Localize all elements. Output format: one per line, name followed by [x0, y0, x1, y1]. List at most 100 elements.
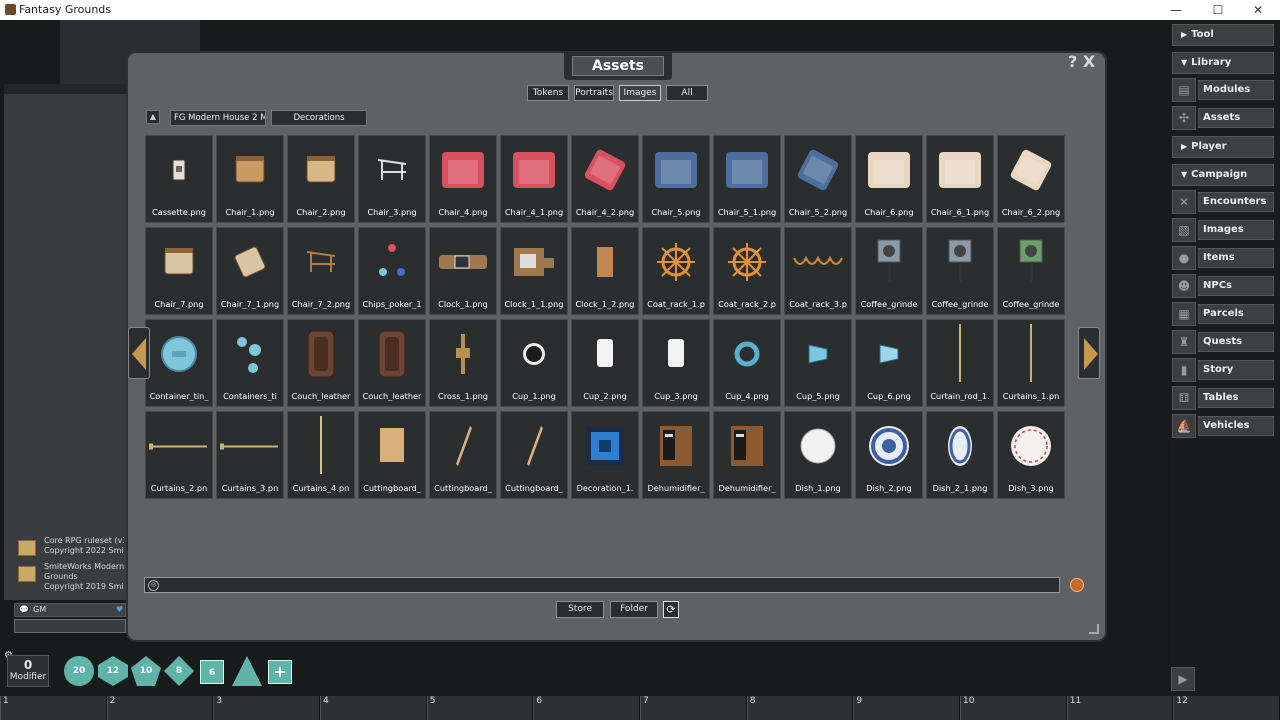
asset-tile[interactable]: Chair_4_1.png — [500, 135, 568, 223]
chat-identity-select[interactable]: 💬 GM ♥ — [14, 603, 126, 617]
asset-tile[interactable]: Chair_7.png — [145, 227, 213, 315]
asset-tile[interactable]: Curtains_2.pn — [145, 411, 213, 499]
sidebar-item-images[interactable]: ▧ Images — [1172, 218, 1274, 242]
asset-tile[interactable]: Coffee_grinde — [855, 227, 923, 315]
asset-tile[interactable]: Cup_5.png — [784, 319, 852, 407]
asset-tile[interactable]: Couch_leather — [287, 319, 355, 407]
asset-tile[interactable]: Curtains_4.pn — [287, 411, 355, 499]
sidebar-category-player[interactable]: ▶ Player — [1172, 136, 1274, 158]
asset-tile[interactable]: Curtains_3.pn — [216, 411, 284, 499]
hotkey-slot[interactable]: 5 — [426, 696, 534, 720]
filter-all[interactable]: All — [666, 85, 708, 101]
close-window-button[interactable]: ✕ — [1240, 1, 1276, 19]
resize-handle-icon[interactable] — [1089, 624, 1099, 634]
asset-tile[interactable]: Decoration_1. — [571, 411, 639, 499]
asset-tile[interactable]: Cup_1.png — [500, 319, 568, 407]
asset-tile[interactable]: Chair_4_2.png — [571, 135, 639, 223]
view-toggle-icon[interactable] — [1070, 578, 1084, 592]
hotkey-slot[interactable]: 1 — [0, 696, 107, 720]
asset-tile[interactable]: Container_tin_ — [145, 319, 213, 407]
close-assets-button[interactable]: X — [1083, 52, 1095, 71]
sidebar-item-encounters[interactable]: ✕ Encounters — [1172, 190, 1274, 214]
asset-tile[interactable]: Coffee_grinde — [926, 227, 994, 315]
hotkey-slot[interactable]: 3 — [213, 696, 321, 720]
folder-up-button[interactable]: ▲ — [146, 110, 160, 124]
asset-tile[interactable]: Cuttingboard_ — [429, 411, 497, 499]
sidebar-item-quests[interactable]: ♜ Quests — [1172, 330, 1274, 354]
filter-images[interactable]: Images — [619, 85, 661, 101]
asset-tile[interactable]: Chips_poker_1 — [358, 227, 426, 315]
asset-tile[interactable]: Coat_rack_2.p — [713, 227, 781, 315]
asset-tile[interactable]: Chair_6_2.png — [997, 135, 1065, 223]
asset-tile[interactable]: Clock_1_1.png — [500, 227, 568, 315]
asset-tile[interactable]: Chair_5_2.png — [784, 135, 852, 223]
filter-tokens[interactable]: Tokens — [527, 85, 569, 101]
asset-tile[interactable]: Chair_7_1.png — [216, 227, 284, 315]
hotkey-slot[interactable]: 7 — [640, 696, 747, 720]
modifier-box[interactable]: 0 Modifier — [7, 655, 49, 687]
module-entry-core[interactable]: Core RPG ruleset (v20 Copyright 2022 Smi… — [18, 536, 124, 556]
module-entry-smiteworks[interactable]: SmiteWorks Modern I Grounds Copyright 20… — [18, 562, 124, 592]
d6-die-icon[interactable]: 6 — [200, 660, 224, 684]
asset-tile[interactable]: Cup_3.png — [642, 319, 710, 407]
help-button[interactable]: ? X — [1068, 52, 1095, 71]
sidebar-category-campaign[interactable]: ▼ Campaign — [1172, 164, 1274, 186]
play-icon[interactable]: ▶ — [1171, 667, 1195, 691]
asset-tile[interactable]: Cassette.png — [145, 135, 213, 223]
hotkey-slot[interactable]: 12 — [1173, 696, 1280, 720]
sidebar-item-story[interactable]: ▮ Story — [1172, 358, 1274, 382]
d20-die-icon[interactable]: 20 — [64, 656, 94, 686]
refresh-icon[interactable]: ⟳ — [663, 601, 679, 618]
asset-tile[interactable]: Clock_1.png — [429, 227, 497, 315]
hotkey-slot[interactable]: 11 — [1066, 696, 1174, 720]
asset-tile[interactable]: Chair_3.png — [358, 135, 426, 223]
asset-tile[interactable]: Cross_1.png — [429, 319, 497, 407]
asset-tile[interactable]: Curtains_1.pn — [997, 319, 1065, 407]
prev-page-button[interactable] — [128, 327, 150, 379]
sidebar-item-items[interactable]: ● Items — [1172, 246, 1274, 270]
asset-tile[interactable]: Dehumidifier_ — [642, 411, 710, 499]
hotkey-slot[interactable]: 9 — [853, 696, 961, 720]
sidebar-item-npcs[interactable]: ☻ NPCs — [1172, 274, 1274, 298]
asset-tile[interactable]: Cuttingboard_ — [358, 411, 426, 499]
sidebar-item-assets[interactable]: ✣ Assets — [1172, 106, 1274, 130]
asset-tile[interactable]: Chair_4.png — [429, 135, 497, 223]
add-die-button[interactable]: + — [268, 660, 292, 684]
breadcrumb-folder[interactable]: Decorations — [271, 110, 367, 126]
asset-tile[interactable]: Chair_6_1.png — [926, 135, 994, 223]
sidebar-item-modules[interactable]: ▤ Modules — [1172, 78, 1274, 102]
asset-tile[interactable]: Cup_4.png — [713, 319, 781, 407]
asset-tile[interactable]: Dish_2_1.png — [926, 411, 994, 499]
breadcrumb-module[interactable]: FG Modern House 2 Ma — [170, 110, 266, 126]
hotkey-slot[interactable]: 2 — [106, 696, 214, 720]
sidebar-item-parcels[interactable]: ▦ Parcels — [1172, 302, 1274, 326]
search-input[interactable]: ⊖ — [144, 577, 1060, 593]
hotkey-slot[interactable]: 4 — [320, 696, 427, 720]
asset-tile[interactable]: Containers_ti — [216, 319, 284, 407]
asset-tile[interactable]: Chair_6.png — [855, 135, 923, 223]
asset-tile[interactable]: Couch_leather — [358, 319, 426, 407]
asset-tile[interactable]: Cup_2.png — [571, 319, 639, 407]
asset-tile[interactable]: Coffee_grinde — [997, 227, 1065, 315]
folder-button[interactable]: Folder — [610, 601, 658, 618]
hotkey-slot[interactable]: 8 — [746, 696, 854, 720]
chat-input[interactable] — [14, 619, 126, 633]
filter-portraits[interactable]: Portraits — [574, 85, 614, 101]
asset-tile[interactable]: Chair_7_2.png — [287, 227, 355, 315]
asset-tile[interactable]: Dehumidifier_ — [713, 411, 781, 499]
next-page-button[interactable] — [1078, 327, 1100, 379]
minimize-button[interactable]: — — [1158, 1, 1194, 19]
asset-tile[interactable]: Coat_rack_1.p — [642, 227, 710, 315]
sidebar-item-vehicles[interactable]: ⛵ Vehicles — [1172, 414, 1274, 438]
maximize-button[interactable]: ☐ — [1200, 1, 1236, 19]
asset-tile[interactable]: Clock_1_2.png — [571, 227, 639, 315]
asset-tile[interactable]: Cuttingboard_ — [500, 411, 568, 499]
asset-tile[interactable]: Dish_3.png — [997, 411, 1065, 499]
hotkey-slot[interactable]: 10 — [960, 696, 1067, 720]
sidebar-item-tables[interactable]: ⚅ Tables — [1172, 386, 1274, 410]
sidebar-category-library[interactable]: ▼ Library — [1172, 52, 1274, 74]
store-button[interactable]: Store — [556, 601, 604, 618]
asset-tile[interactable]: Coat_rack_3.p — [784, 227, 852, 315]
asset-tile[interactable]: Curtain_rod_1. — [926, 319, 994, 407]
asset-tile[interactable]: Chair_2.png — [287, 135, 355, 223]
